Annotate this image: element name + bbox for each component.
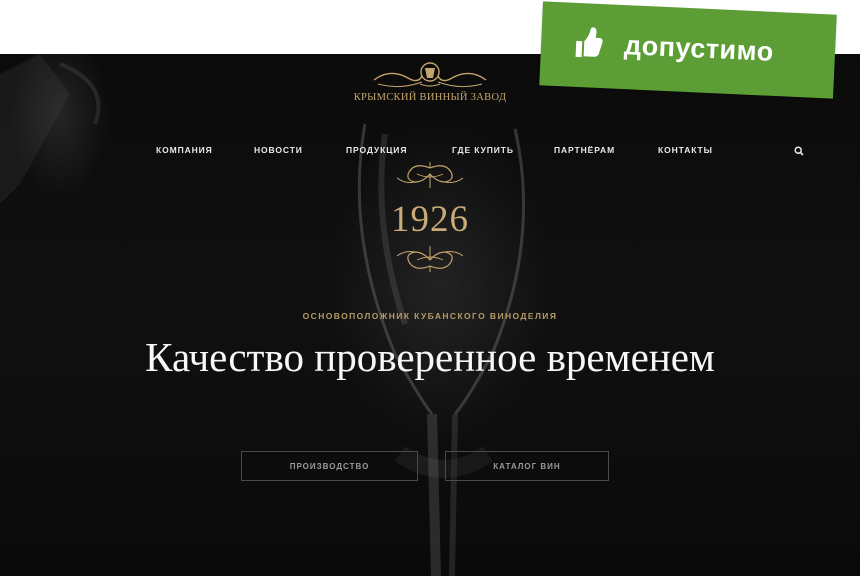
hero-subtitle: ОСНОВОПОЛОЖНИК КУБАНСКОГО ВИНОДЕЛИЯ [302,311,558,321]
nav-item-news[interactable]: НОВОСТИ [254,145,303,155]
brand-logo[interactable]: КРЫМСКИЙ ВИННЫЙ ЗАВОД [350,58,510,118]
main-navigation: КОМПАНИЯ НОВОСТИ ПРОДУКЦИЯ ГДЕ КУПИТЬ ПА… [0,145,860,157]
brand-name: КРЫМСКИЙ ВИННЫЙ ЗАВОД [353,92,507,103]
founding-year: 1926 [391,199,469,240]
logo-emblem-icon [373,62,487,88]
production-button[interactable]: ПРОИЗВОДСТВО [241,451,418,481]
hero-headline: Качество проверенное временем [145,334,715,380]
wine-catalog-button[interactable]: КАТАЛОГ ВИН [445,451,609,481]
nav-item-company[interactable]: КОМПАНИЯ [156,145,213,155]
nav-item-products[interactable]: ПРОДУКЦИЯ [346,145,407,155]
ornament-bottom-icon [396,246,464,272]
rating-badge: допустимо [539,1,837,99]
nav-item-where-to-buy[interactable]: ГДЕ КУПИТЬ [452,145,514,155]
search-icon[interactable] [794,146,804,156]
ornament-top-icon [396,162,464,188]
nav-item-contacts[interactable]: КОНТАКТЫ [658,145,713,155]
badge-label: допустимо [623,30,775,67]
thumbs-up-icon [575,27,603,58]
nav-item-partners[interactable]: ПАРТНЁРАМ [554,145,615,155]
